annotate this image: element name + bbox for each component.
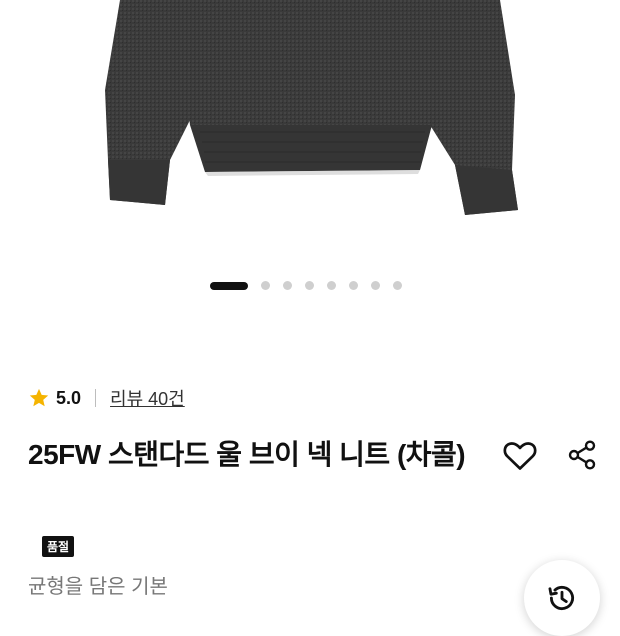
carousel-indicator[interactable]: [210, 281, 402, 290]
carousel-dot-active[interactable]: [210, 281, 248, 290]
like-button[interactable]: [500, 435, 540, 475]
recent-history-button[interactable]: [524, 560, 600, 636]
share-icon: [568, 440, 596, 470]
product-subtitle: 균형을 담은 기본: [28, 576, 168, 598]
rating-score: 5.0: [56, 387, 82, 408]
carousel-dot[interactable]: [283, 281, 292, 290]
sweater-illustration: [105, 0, 518, 215]
rating-row: 5.0 리뷰 40건: [28, 385, 185, 411]
product-image[interactable]: [0, 0, 620, 260]
status-badge: 품절: [42, 536, 75, 557]
carousel-dot[interactable]: [261, 281, 270, 290]
history-icon: [548, 585, 575, 610]
carousel-dot[interactable]: [393, 281, 402, 290]
carousel-dot[interactable]: [349, 281, 358, 290]
review-count-link[interactable]: 리뷰 40건: [110, 385, 185, 411]
divider: [95, 389, 97, 407]
carousel-dot[interactable]: [371, 281, 380, 290]
carousel-dot[interactable]: [305, 281, 314, 290]
share-button[interactable]: [562, 435, 602, 475]
product-title: 25FW 스탠다드 울 브이 넥 니트 (차콜): [28, 439, 466, 470]
star-icon: [29, 388, 49, 407]
carousel-dot[interactable]: [327, 281, 336, 290]
heart-icon: [503, 442, 537, 470]
product-actions: [500, 435, 602, 475]
